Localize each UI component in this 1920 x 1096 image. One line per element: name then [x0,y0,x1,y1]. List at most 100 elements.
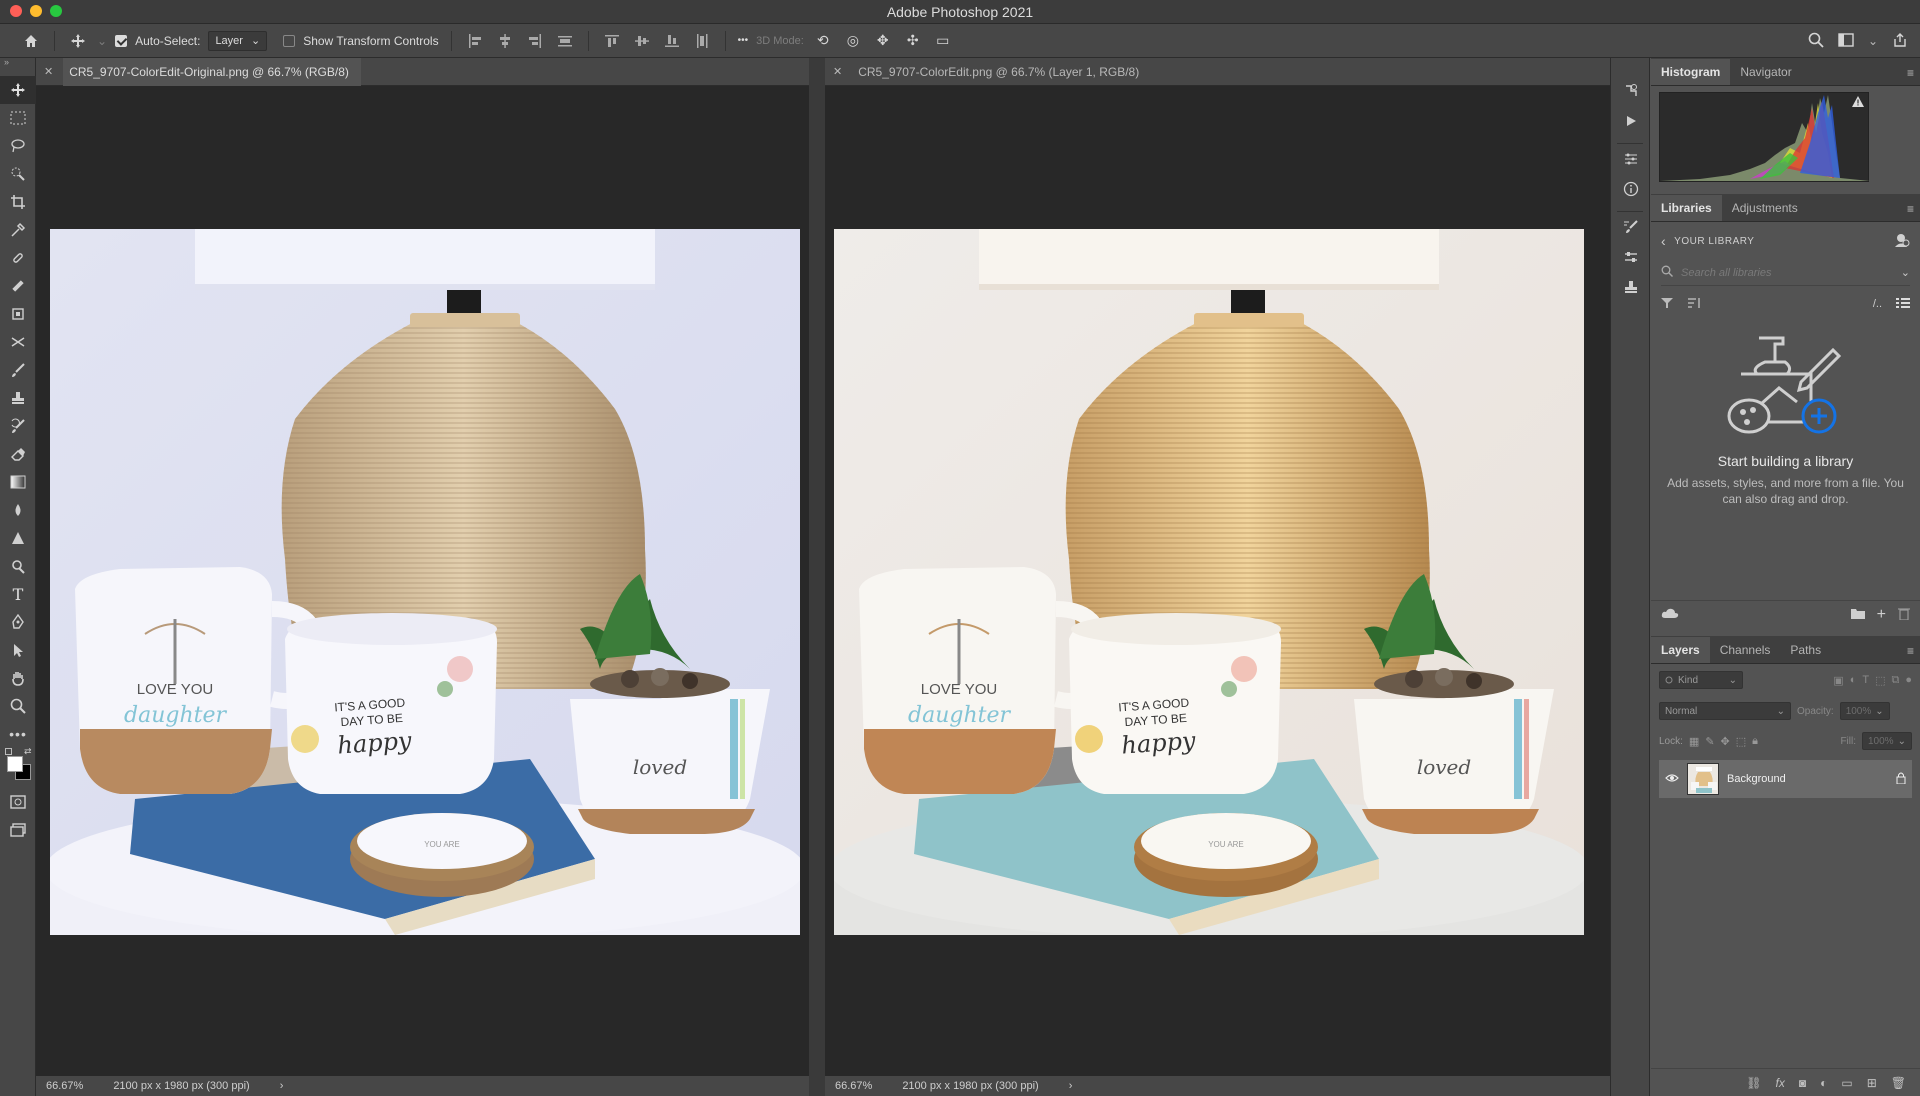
lock-position-icon[interactable]: ✥ [1721,735,1730,748]
properties-panel-icon[interactable] [1611,144,1651,174]
align-bottom-icon[interactable] [661,30,683,52]
filter-icon[interactable] [1661,297,1673,312]
workspace-icon[interactable] [1838,32,1854,50]
3d-rotate-icon[interactable]: ⟲ [812,30,834,52]
marquee-tool-icon[interactable] [0,104,36,132]
tab-histogram[interactable]: Histogram [1651,59,1731,85]
eye-icon[interactable] [1665,773,1679,786]
folder-icon[interactable] [1850,607,1865,622]
actions-play-icon[interactable] [1611,106,1651,136]
align-left-icon[interactable] [464,30,486,52]
layer-mask-icon[interactable]: ◙ [1799,1076,1806,1090]
distribute-vertical-icon[interactable] [691,30,713,52]
hand-tool-icon[interactable] [0,664,36,692]
crop-tool-icon[interactable] [0,188,36,216]
pen-tool-icon[interactable] [0,552,36,580]
default-colors-icon[interactable] [5,748,12,755]
tab-paths[interactable]: Paths [1780,637,1831,663]
trash-icon[interactable] [1898,607,1910,623]
chevron-down-icon[interactable]: ⌄ [1901,266,1910,279]
blur-tool-icon[interactable] [0,496,36,524]
panel-menu-icon[interactable]: ≡ [1907,644,1914,658]
quick-mask-icon[interactable] [0,788,36,816]
tab-channels[interactable]: Channels [1710,637,1781,663]
canvas-area[interactable]: LOVE YOU daughter IT'S A GOOD DAY TO BE … [825,86,1610,1076]
adjustment-filter-icon[interactable]: ◐ [1850,674,1857,686]
tab-adjustments[interactable]: Adjustments [1722,195,1808,221]
lock-transparent-icon[interactable]: ▦ [1689,735,1699,748]
layer-row-background[interactable]: Background [1659,760,1912,798]
new-layer-icon[interactable]: ⊞ [1867,1076,1877,1090]
quick-selection-tool-icon[interactable] [0,160,36,188]
group-folder-icon[interactable]: ▭ [1841,1076,1852,1090]
eraser-tool-icon[interactable] [0,440,36,468]
auto-select-dropdown[interactable]: Layer ⌄ [208,30,268,51]
history-panel-icon[interactable] [1611,76,1651,106]
brushes-panel-icon[interactable] [1611,242,1651,272]
library-title[interactable]: YOUR LIBRARY [1674,236,1754,247]
canvas-area[interactable]: LOVE YOU daughter IT'S A GOOD DAY TO BE … [36,86,809,1076]
close-window-button[interactable] [10,5,22,17]
collapse-toolbox-icon[interactable]: » [0,58,35,67]
fill-input[interactable]: 100% ⌄ [1862,732,1912,750]
clone-stamp-tool-icon[interactable] [0,384,36,412]
chevron-right-icon[interactable]: › [280,1080,284,1092]
adjustment-layer-icon[interactable]: ◐ [1820,1076,1827,1090]
align-middle-icon[interactable] [631,30,653,52]
tab-layers[interactable]: Layers [1651,637,1710,663]
add-asset-icon[interactable]: + [1877,606,1886,624]
filter-toggle-icon[interactable]: ● [1905,674,1912,686]
search-icon[interactable] [1808,32,1824,51]
layer-style-icon[interactable]: fx [1776,1076,1785,1090]
document-divider[interactable] [809,58,825,1096]
close-tab-icon[interactable]: ✕ [44,65,53,78]
link-layers-icon[interactable]: ⛓︎ [1746,1076,1761,1090]
brush-tool-icon[interactable] [0,356,36,384]
chevron-down-icon[interactable]: ⌄ [97,34,107,48]
zoom-level[interactable]: 66.67% [835,1080,872,1092]
lock-artboard-icon[interactable]: ⬚ [1736,735,1746,748]
lock-icon[interactable] [1896,772,1906,787]
document-tab[interactable]: ✕ CR5_9707-ColorEdit.png @ 66.7% (Layer … [825,58,1610,86]
collaborator-icon[interactable] [1894,232,1910,251]
type-filter-icon[interactable]: T [1862,674,1869,686]
sort-icon[interactable] [1687,297,1701,312]
move-tool-preset-icon[interactable] [67,30,89,52]
share-icon[interactable] [1892,32,1908,51]
tab-navigator[interactable]: Navigator [1730,59,1801,85]
type-tool-icon[interactable]: T [0,580,36,608]
show-transform-checkbox[interactable] [283,34,296,47]
delete-layer-icon[interactable]: 🗑︎ [1891,1076,1906,1090]
distribute-icon[interactable] [554,30,576,52]
chevron-right-icon[interactable]: › [1069,1080,1073,1092]
foreground-color-swatch[interactable] [7,756,23,772]
move-tool-icon[interactable] [0,76,36,104]
swap-colors-icon[interactable]: ⇄ [24,746,32,757]
direct-selection-tool-icon[interactable] [0,636,36,664]
library-search-input[interactable]: Search all libraries ⌄ [1661,260,1910,286]
panel-menu-icon[interactable]: ≡ [1907,202,1914,216]
path-selection-tool-icon[interactable] [0,608,36,636]
lasso-tool-icon[interactable] [0,132,36,160]
blend-mode-select[interactable]: Normal ⌄ [1659,702,1791,720]
more-options-button[interactable]: ••• [738,35,749,46]
close-tab-icon[interactable]: ✕ [833,65,842,78]
patch-tool-icon[interactable] [0,272,36,300]
smart-object-filter-icon[interactable]: ⧉ [1891,674,1899,687]
maximize-window-button[interactable] [50,5,62,17]
healing-brush-tool-icon[interactable] [0,244,36,272]
align-center-icon[interactable] [494,30,516,52]
home-icon[interactable] [20,30,42,52]
dodge-tool-icon[interactable] [0,524,36,552]
clone-source-icon[interactable] [1611,272,1651,302]
warning-icon[interactable] [1852,96,1864,110]
layer-name[interactable]: Background [1727,773,1888,785]
gradient-tool-icon[interactable] [0,468,36,496]
grid-view-icon[interactable]: /.. [1873,298,1882,310]
chevron-down-icon[interactable]: ⌄ [1868,34,1878,48]
zoom-level[interactable]: 66.67% [46,1080,83,1092]
content-aware-icon[interactable] [0,300,36,328]
cloud-icon[interactable] [1661,607,1679,622]
auto-select-checkbox[interactable] [115,34,128,47]
opacity-input[interactable]: 100% ⌄ [1839,702,1890,720]
